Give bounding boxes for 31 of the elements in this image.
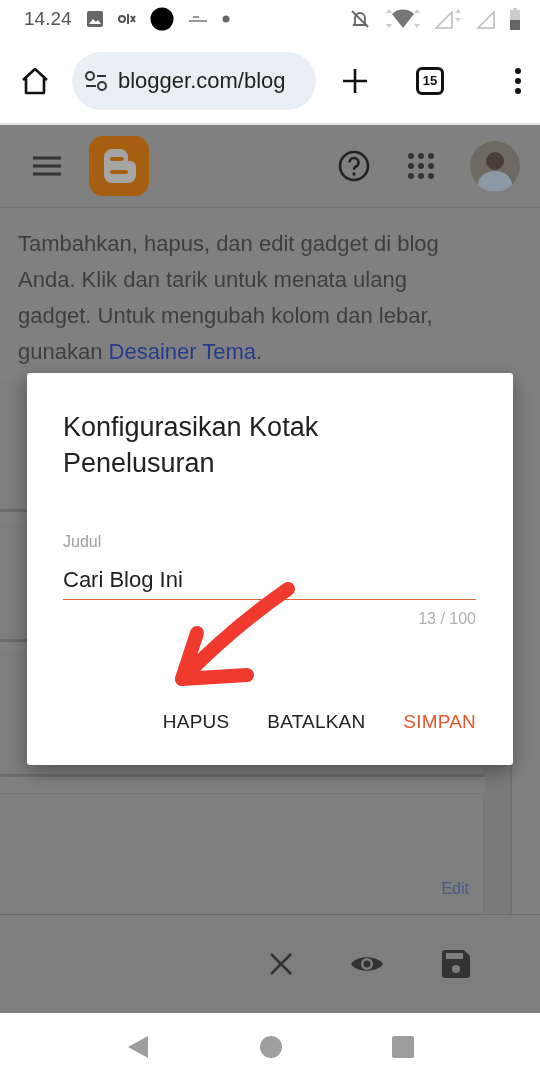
- blogger-logo[interactable]: [89, 136, 149, 196]
- wifi-icon: [384, 8, 420, 30]
- signal-icon: [476, 8, 496, 30]
- more-menu-icon[interactable]: [514, 67, 522, 94]
- help-icon[interactable]: [338, 150, 370, 182]
- dot-icon: [221, 15, 230, 23]
- battery-icon: [510, 8, 520, 30]
- field-label: Judul: [63, 533, 103, 551]
- menu-icon[interactable]: [33, 156, 61, 176]
- close-icon[interactable]: [270, 953, 292, 975]
- title-input-field[interactable]: Cari Blog Ini: [63, 567, 476, 600]
- dialog-title: Konfigurasikan Kotak Penelusuran: [63, 411, 320, 480]
- save-icon[interactable]: [442, 950, 470, 978]
- save-button[interactable]: SIMPAN: [391, 701, 488, 743]
- tab-count-button[interactable]: 15: [416, 66, 444, 95]
- url-text: blogger.com/blog: [118, 67, 286, 94]
- avatar[interactable]: [470, 141, 520, 191]
- signal-icon: [434, 8, 462, 30]
- site-settings-icon[interactable]: [84, 69, 108, 92]
- dialog-button[interactable]: HAPUS: [150, 701, 242, 743]
- home-icon[interactable]: [20, 65, 50, 96]
- character-counter: 13 / 100: [418, 610, 476, 628]
- muted-bell-icon: [350, 9, 370, 29]
- image-icon: [85, 10, 104, 28]
- clock-time: 14.24: [24, 8, 72, 30]
- back-icon[interactable]: [126, 1034, 150, 1059]
- plus-icon[interactable]: [342, 67, 368, 94]
- address-bar[interactable]: blogger.com/blog: [72, 51, 316, 110]
- apps-grid-icon[interactable]: [408, 153, 434, 179]
- recents-icon[interactable]: [392, 1035, 414, 1058]
- dialog-button[interactable]: BATALKAN: [255, 701, 378, 743]
